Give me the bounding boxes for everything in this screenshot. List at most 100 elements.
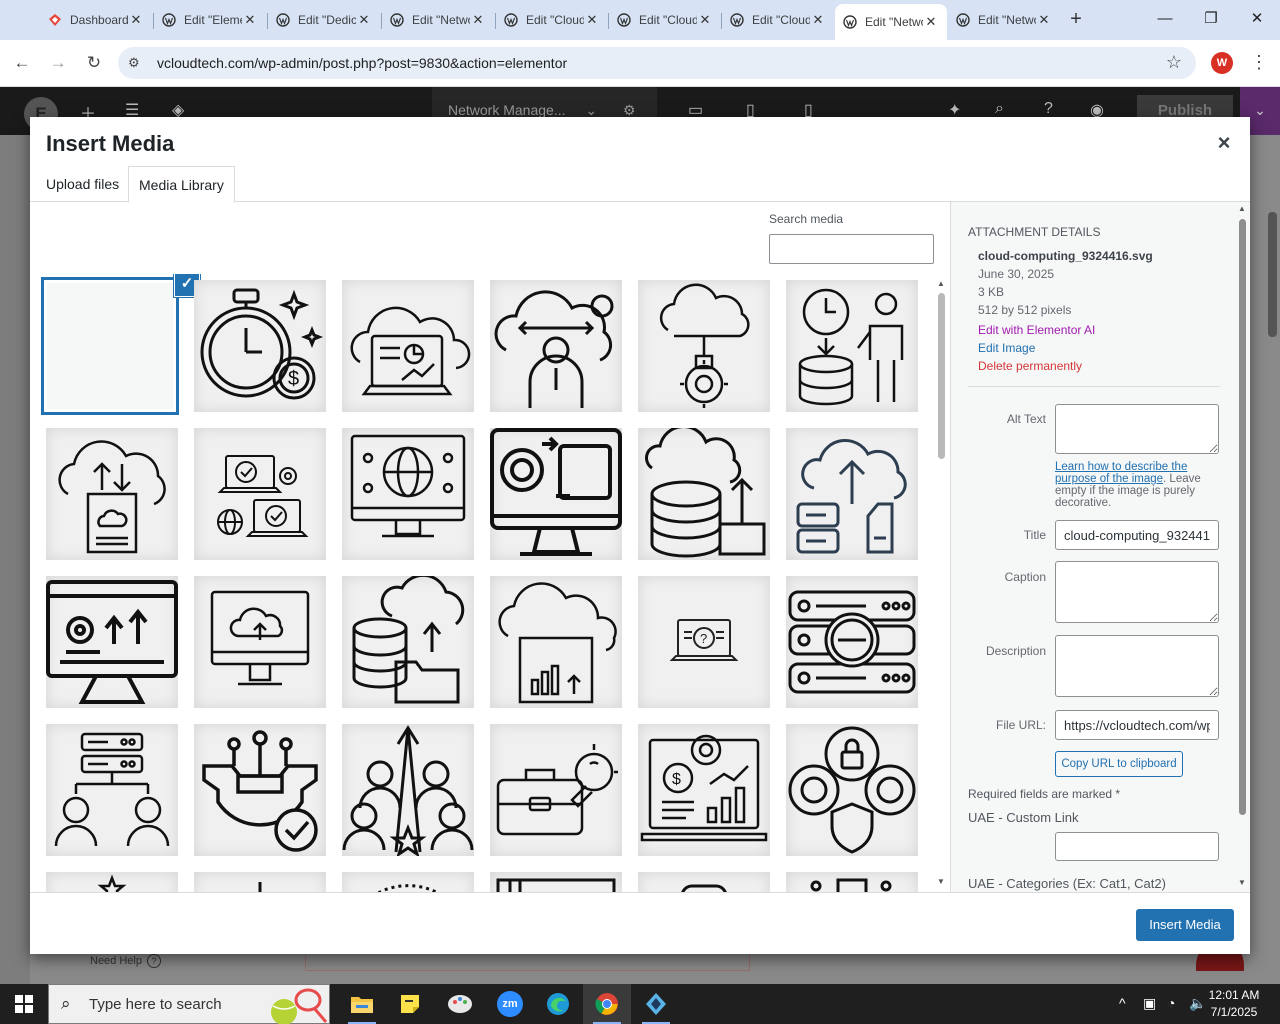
media-item[interactable] — [342, 280, 474, 412]
search-icon[interactable]: ⌕ — [995, 100, 1004, 118]
alt-text-field[interactable] — [1055, 404, 1219, 454]
scrollbar-thumb[interactable] — [1239, 219, 1246, 815]
uae-custom-link-field[interactable] — [1055, 832, 1219, 861]
close-icon[interactable]: ✕ — [470, 12, 486, 28]
media-item[interactable] — [342, 872, 474, 892]
media-item[interactable]: $ — [194, 280, 326, 412]
omnibox[interactable]: ⚙ vcloudtech.com/wp-admin/post.php?post=… — [118, 47, 1196, 79]
media-item[interactable] — [638, 428, 770, 560]
media-item[interactable] — [194, 576, 326, 708]
media-item[interactable] — [194, 724, 326, 856]
file-url-field[interactable] — [1055, 710, 1219, 740]
media-item[interactable] — [46, 428, 178, 560]
media-item[interactable] — [786, 576, 918, 708]
media-item[interactable] — [342, 428, 474, 560]
media-item[interactable] — [46, 724, 178, 856]
scroll-down-icon[interactable]: ▼ — [936, 877, 946, 886]
tab-dashboard[interactable]: Dashboard ✕ — [40, 5, 152, 35]
media-item[interactable] — [46, 576, 178, 708]
close-icon[interactable]: ✕ — [1036, 12, 1052, 28]
media-item[interactable] — [46, 872, 178, 892]
chrome-icon[interactable] — [583, 984, 631, 1024]
copy-url-button[interactable]: Copy URL to clipboard — [1055, 751, 1183, 777]
media-item[interactable] — [490, 428, 622, 560]
zoom-icon[interactable]: zm — [486, 984, 534, 1024]
media-grid-scrollbar[interactable]: ▲ ▼ — [935, 279, 947, 889]
media-item[interactable] — [786, 724, 918, 856]
network-alert-icon[interactable]: ▣ — [1143, 995, 1156, 1012]
minimize-button[interactable]: — — [1150, 8, 1180, 30]
caption-field[interactable] — [1055, 561, 1219, 623]
reload-button[interactable]: ↻ — [81, 50, 107, 76]
paint-icon[interactable] — [436, 984, 484, 1024]
media-item[interactable] — [786, 280, 918, 412]
media-item[interactable] — [194, 872, 326, 892]
media-item[interactable] — [194, 428, 326, 560]
media-item[interactable] — [342, 576, 474, 708]
sticky-notes-icon[interactable] — [386, 984, 434, 1024]
tab-edit-network[interactable]: Edit "Network" ✕ — [948, 5, 1060, 35]
window-close-button[interactable]: ✕ — [1242, 8, 1272, 30]
scroll-up-icon[interactable]: ▲ — [1237, 204, 1247, 213]
tab-edit-elementor[interactable]: Edit "Elementor" ✕ — [154, 5, 266, 35]
media-item[interactable]: $ — [638, 724, 770, 856]
edit-image-link[interactable]: Edit Image — [978, 341, 1035, 355]
close-icon[interactable]: ✕ — [810, 12, 826, 28]
site-info-icon[interactable]: ⚙ — [128, 55, 144, 71]
restore-button[interactable]: ❐ — [1196, 8, 1226, 30]
back-button[interactable]: ← — [9, 50, 35, 76]
media-item[interactable]: ? — [638, 576, 770, 708]
media-item[interactable] — [786, 872, 918, 892]
title-field[interactable] — [1055, 520, 1219, 550]
edge-icon[interactable] — [534, 984, 582, 1024]
scroll-down-icon[interactable]: ▼ — [1237, 878, 1247, 887]
tab-edit-cloud[interactable]: Edit "Cloud" ✕ — [722, 5, 834, 35]
close-icon[interactable]: ✕ — [923, 14, 939, 30]
media-item[interactable] — [342, 724, 474, 856]
tab-edit-network[interactable]: Edit "Network" ✕ — [382, 5, 494, 35]
browser-menu-icon[interactable]: ⋮ — [1250, 51, 1268, 73]
close-icon[interactable]: ✕ — [242, 12, 258, 28]
bookmark-star-icon[interactable]: ☆ — [1166, 52, 1182, 73]
insert-media-button[interactable]: Insert Media — [1136, 909, 1234, 941]
need-help-link[interactable]: Need Help — [90, 955, 142, 967]
close-icon[interactable]: ✕ — [697, 12, 713, 28]
tennis-icon[interactable] — [268, 986, 330, 1024]
clock[interactable]: 12:01 AM 7/1/2025 — [1200, 987, 1268, 1021]
url-text[interactable]: vcloudtech.com/wp-admin/post.php?post=98… — [157, 55, 567, 71]
file-explorer-icon[interactable] — [338, 984, 386, 1024]
tab-edit-cloud[interactable]: Edit "Cloud" ✕ — [609, 5, 721, 35]
profile-avatar[interactable]: W — [1211, 52, 1233, 74]
start-button[interactable] — [0, 984, 48, 1024]
media-item[interactable] — [490, 280, 622, 412]
modal-close-button[interactable]: × — [1210, 129, 1238, 157]
close-icon[interactable]: ✕ — [584, 12, 600, 28]
edit-with-elementor-ai-link[interactable]: Edit with Elementor AI — [978, 323, 1095, 337]
tab-upload-files[interactable]: Upload files — [36, 166, 129, 202]
scrollbar-thumb[interactable] — [938, 293, 945, 459]
close-icon[interactable]: ✕ — [128, 12, 144, 28]
tray-chevron-up-icon[interactable]: ^ — [1119, 995, 1126, 1011]
help-icon[interactable]: ? — [1044, 100, 1053, 118]
tab-media-library[interactable]: Media Library — [128, 166, 235, 203]
tab-edit-cloud[interactable]: Edit "Cloud" ✕ — [496, 5, 608, 35]
search-media-input[interactable] — [769, 234, 934, 264]
tab-edit-network-active[interactable]: Edit "Network" ✕ — [835, 4, 947, 40]
media-item[interactable] — [638, 872, 770, 892]
delete-permanently-link[interactable]: Delete permanently — [978, 359, 1082, 373]
new-tab-button[interactable]: + — [1065, 8, 1087, 30]
scroll-up-icon[interactable]: ▲ — [936, 279, 946, 288]
media-item[interactable] — [490, 872, 622, 892]
media-item[interactable] — [490, 724, 622, 856]
close-icon[interactable]: ✕ — [356, 12, 372, 28]
media-item[interactable] — [490, 576, 622, 708]
app-icon[interactable] — [632, 984, 680, 1024]
page-scrollbar[interactable] — [1268, 212, 1277, 337]
description-field[interactable] — [1055, 635, 1219, 697]
wifi-icon[interactable]: ◔ — [1167, 995, 1175, 1011]
tab-edit-dedicated[interactable]: Edit "Dedicated" ✕ — [268, 5, 380, 35]
media-item[interactable] — [638, 280, 770, 412]
forward-button[interactable]: → — [45, 50, 71, 76]
media-item[interactable] — [786, 428, 918, 560]
media-item-selected[interactable]: ✓ — [44, 274, 200, 412]
